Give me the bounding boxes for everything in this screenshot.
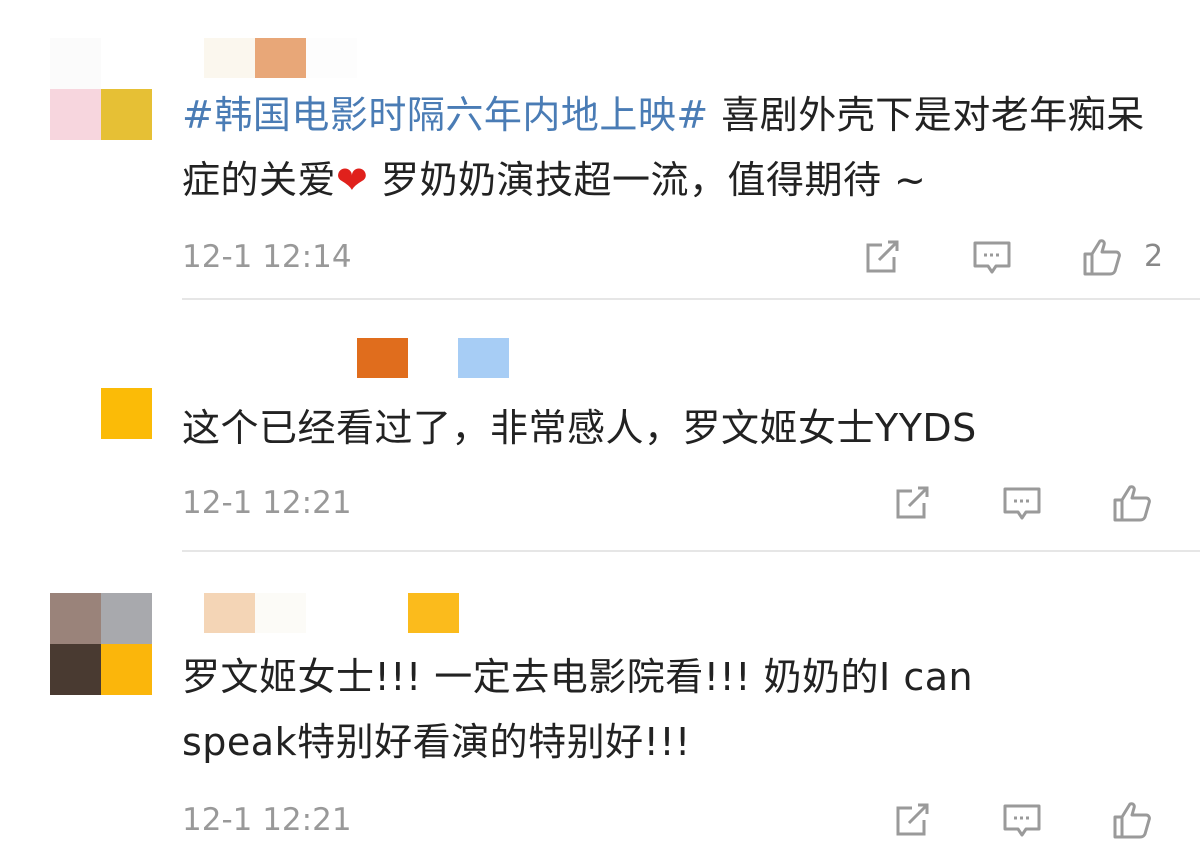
comment-text-line: speak特别好看演的特别好!!! xyxy=(182,720,691,764)
comment-item: #韩国电影时隔六年内地上映# 喜剧外壳下是对老年痴呆症的关爱❤ 罗奶奶演技超一流… xyxy=(0,0,1200,300)
username[interactable] xyxy=(182,593,472,643)
thumbs-up-icon xyxy=(1113,802,1151,839)
comment-text-line: 罗文姬女士!!! 一定去电影院看!!! 奶奶的I can xyxy=(182,655,974,699)
like-button[interactable] xyxy=(1110,798,1154,842)
comment-text: #韩国电影时隔六年内地上映# 喜剧外壳下是对老年痴呆症的关爱❤ 罗奶奶演技超一流… xyxy=(182,83,1172,213)
repost-button[interactable] xyxy=(890,481,934,525)
avatar-cell xyxy=(50,644,101,695)
avatar[interactable] xyxy=(50,38,152,140)
avatar-cell xyxy=(50,593,101,644)
avatar-cell xyxy=(101,89,152,140)
avatar-cell xyxy=(50,337,101,388)
comment-button[interactable] xyxy=(1000,798,1044,842)
comment-text-part: 罗奶奶演技超一流，值得期待 ~ xyxy=(368,158,927,202)
username-cell xyxy=(357,338,408,378)
avatar-cell xyxy=(101,593,152,644)
username-cell xyxy=(306,38,357,78)
comment-meta: 12-1 12:14 2 xyxy=(182,232,1200,282)
comment-item: 罗文姬女士!!! 一定去电影院看!!! 奶奶的I can speak特别好看演的… xyxy=(0,552,1200,847)
comment-item: 这个已经看过了，非常感人，罗文姬女士YYDS 12-1 12:21 xyxy=(0,300,1200,552)
username[interactable] xyxy=(182,338,512,388)
comment-icon xyxy=(1003,487,1041,520)
username-cell xyxy=(408,593,459,633)
thumbs-up-icon xyxy=(1083,239,1121,276)
username-cell xyxy=(255,593,306,633)
comment-text: 罗文姬女士!!! 一定去电影院看!!! 奶奶的I can speak特别好看演的… xyxy=(182,645,1172,775)
like-count: 2 xyxy=(1144,239,1164,274)
repost-icon xyxy=(866,240,899,273)
username-cell xyxy=(458,338,509,378)
avatar-cell xyxy=(101,337,152,388)
thumbs-up-icon xyxy=(1113,485,1151,522)
avatar-cell xyxy=(50,38,101,89)
avatar[interactable] xyxy=(50,593,152,695)
repost-icon xyxy=(896,803,929,836)
comment-meta: 12-1 12:21 xyxy=(182,795,1200,845)
repost-icon xyxy=(896,486,929,519)
comment-button[interactable] xyxy=(1000,481,1044,525)
username[interactable] xyxy=(182,38,362,88)
username-cell xyxy=(204,593,255,633)
avatar-cell xyxy=(101,388,152,439)
heart-emoji: ❤ xyxy=(336,158,369,202)
username-cell xyxy=(234,338,285,378)
comment-icon xyxy=(973,241,1011,274)
avatar-cell xyxy=(101,38,152,89)
timestamp: 12-1 12:14 xyxy=(182,239,352,275)
avatar-cell xyxy=(50,388,101,439)
repost-button[interactable] xyxy=(890,798,934,842)
timestamp: 12-1 12:21 xyxy=(182,802,352,838)
like-button[interactable] xyxy=(1080,235,1124,279)
comment-button[interactable] xyxy=(970,235,1014,279)
timestamp: 12-1 12:21 xyxy=(182,485,352,521)
avatar-cell xyxy=(101,644,152,695)
avatar-cell xyxy=(50,89,101,140)
hashtag-link[interactable]: #韩国电影时隔六年内地上映# xyxy=(182,93,709,137)
comment-text: 这个已经看过了，非常感人，罗文姬女士YYDS xyxy=(182,406,977,450)
comment-icon xyxy=(1003,804,1041,837)
repost-button[interactable] xyxy=(860,235,904,279)
comment-meta: 12-1 12:21 xyxy=(182,478,1200,528)
like-button[interactable] xyxy=(1110,481,1154,525)
username-cell xyxy=(204,38,255,78)
avatar[interactable] xyxy=(50,337,152,439)
username-cell xyxy=(255,38,306,78)
